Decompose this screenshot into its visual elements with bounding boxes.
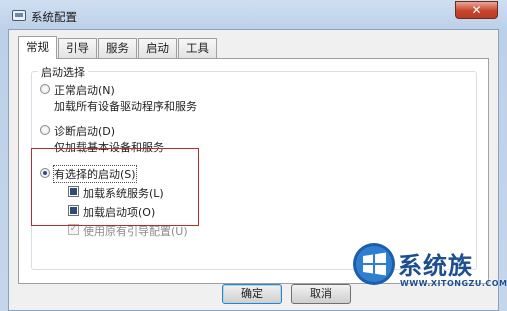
close-button[interactable]: ✕: [455, 1, 498, 19]
diagnostic-startup-label[interactable]: 诊断启动(D): [54, 123, 115, 139]
selective-startup-highlight: [31, 148, 199, 226]
close-icon: ✕: [471, 3, 482, 17]
title-bar[interactable]: 系统配置 ✕: [0, 0, 507, 30]
app-icon: [12, 10, 26, 21]
watermark: 系统族 WWW.XITONGZU.COM: [338, 232, 507, 311]
window-title: 系统配置: [31, 10, 77, 24]
tab-startup[interactable]: 启动: [138, 38, 177, 58]
normal-startup-radio[interactable]: [40, 84, 50, 94]
ok-button[interactable]: 确定: [222, 284, 282, 304]
tab-services[interactable]: 服务: [98, 38, 137, 58]
diagnostic-startup-radio[interactable]: [40, 125, 50, 135]
watermark-url: WWW.XITONGZU.COM: [400, 279, 507, 288]
watermark-text: 系统族: [398, 252, 473, 280]
tab-boot[interactable]: 引导: [58, 38, 97, 58]
normal-startup-description: 加载所有设备驱动程序和服务: [54, 100, 197, 113]
system-config-window: 系统配置 ✕ 常规 引导 服务 启动 工具 启动选择 正常启动(N) 加载所有设…: [0, 0, 507, 311]
startup-selection-title: 启动选择: [38, 64, 88, 80]
tab-general[interactable]: 常规: [18, 36, 57, 59]
tab-tools[interactable]: 工具: [178, 38, 217, 58]
windows-logo-icon: [353, 243, 395, 285]
normal-startup-label[interactable]: 正常启动(N): [54, 82, 115, 98]
